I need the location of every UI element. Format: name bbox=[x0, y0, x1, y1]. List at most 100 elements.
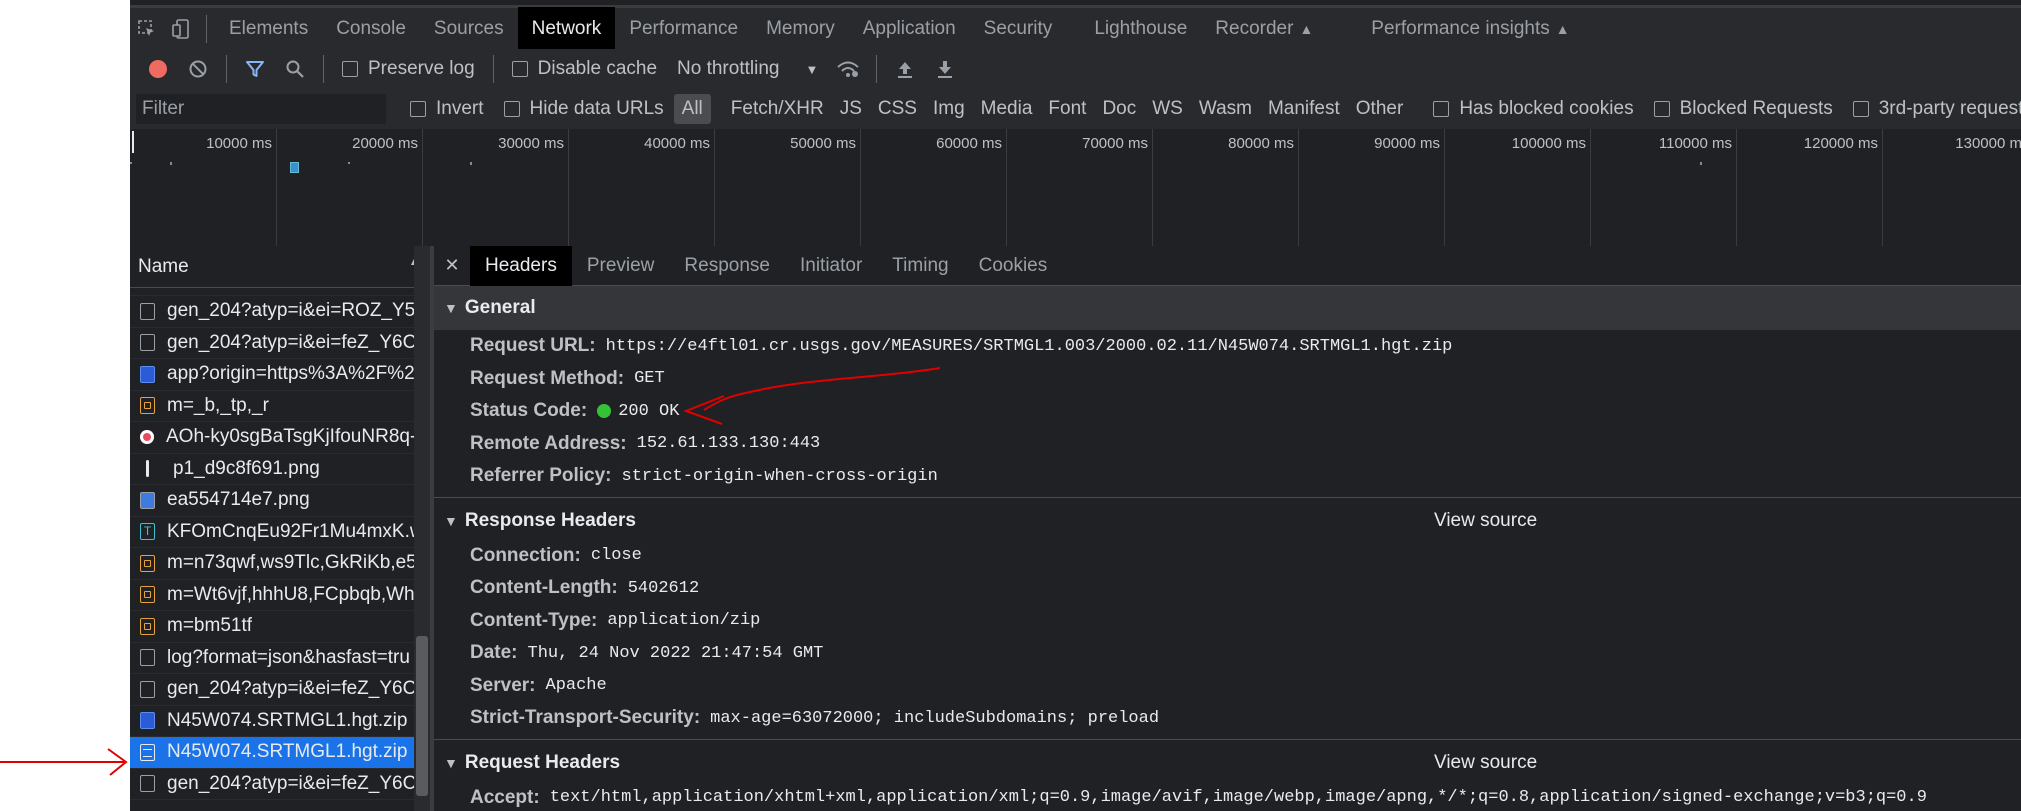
throttling-select[interactable]: No throttling ▼ bbox=[667, 58, 828, 80]
response-headers-section-header[interactable]: ▼ Response Headers View source bbox=[434, 501, 2021, 540]
checkbox-box[interactable] bbox=[1852, 101, 1869, 117]
request-row[interactable]: AOh-ky0sgBaTsgKjIfouNR8q-... bbox=[130, 422, 430, 454]
tab-lighthouse[interactable]: Lighthouse bbox=[1080, 7, 1201, 51]
name-column-header[interactable]: Name ▲ bbox=[130, 246, 430, 288]
timeline-tick-label: 110000 ms bbox=[1658, 135, 1732, 152]
checkbox-box[interactable] bbox=[1433, 101, 1450, 117]
request-name: AOh-ky0sgBaTsgKjIfouNR8q-... bbox=[166, 426, 430, 448]
filter-type-media[interactable]: Media bbox=[973, 94, 1041, 124]
request-row[interactable]: gen_204?atyp=i&ei=feZ_Y6Ce bbox=[130, 769, 430, 800]
blocked-requests-checkbox[interactable]: Blocked Requests bbox=[1644, 98, 1843, 120]
header-value: 5402612 bbox=[627, 578, 700, 598]
checkbox-box[interactable] bbox=[511, 61, 528, 77]
filter-type-font[interactable]: Font bbox=[1040, 94, 1094, 124]
invert-checkbox[interactable]: Invert bbox=[400, 98, 494, 120]
request-list-scrollbar[interactable] bbox=[414, 246, 430, 811]
request-row[interactable]: m=n73qwf,ws9Tlc,GkRiKb,e5c bbox=[130, 548, 430, 580]
close-icon[interactable]: ✕ bbox=[434, 255, 470, 276]
request-row[interactable]: gen_204?atyp=i&ei=feZ_Y6Ce bbox=[130, 674, 430, 706]
checkbox-box[interactable] bbox=[342, 61, 358, 77]
tab-response[interactable]: Response bbox=[669, 246, 785, 286]
request-headers-section-header[interactable]: ▼ Request Headers View source bbox=[434, 743, 2021, 782]
export-har-download-icon[interactable] bbox=[925, 49, 965, 89]
request-row[interactable]: m=Wt6vjf,hhhU8,FCpbqb,Wh... bbox=[130, 580, 430, 611]
preserve-log-checkbox[interactable]: Preserve log bbox=[332, 58, 485, 80]
hide-data-urls-checkbox[interactable]: Hide data URLs bbox=[494, 98, 674, 120]
header-row: Content-Length: 5402612 bbox=[434, 572, 2021, 605]
header-key: Server: bbox=[470, 674, 536, 696]
divider bbox=[434, 738, 2021, 740]
header-row: Status Code: 200 OK bbox=[434, 395, 2021, 428]
header-row: Remote Address: 152.61.133.130:443 bbox=[434, 428, 2021, 461]
checkbox-box[interactable] bbox=[410, 101, 426, 117]
filter-icon[interactable] bbox=[235, 49, 275, 89]
filter-type-js[interactable]: JS bbox=[832, 94, 870, 124]
request-row[interactable]: ea554714e7.png bbox=[130, 485, 430, 517]
general-section-header[interactable]: ▼ General bbox=[434, 286, 2021, 330]
request-row[interactable]: m=bm51tf bbox=[130, 611, 430, 643]
filter-type-css[interactable]: CSS bbox=[870, 94, 925, 124]
request-row[interactable]: T KFOmCnqEu92Fr1Mu4mxK.w... bbox=[130, 517, 430, 548]
tab-timing[interactable]: Timing bbox=[877, 246, 963, 286]
filter-type-wasm[interactable]: Wasm bbox=[1191, 94, 1260, 124]
tab-initiator[interactable]: Initiator bbox=[785, 246, 877, 286]
tab-application[interactable]: Application bbox=[849, 7, 970, 51]
view-source-link[interactable]: View source bbox=[1434, 752, 1537, 774]
filter-type-all[interactable]: All bbox=[673, 94, 711, 124]
tab-sources[interactable]: Sources bbox=[420, 7, 518, 51]
third-party-requests-checkbox[interactable]: 3rd-party requests bbox=[1843, 98, 2021, 120]
request-row[interactable]: log?format=json&hasfast=tru bbox=[130, 643, 430, 674]
tab-performance-insights[interactable]: Performance insights ▲ bbox=[1357, 7, 1583, 51]
inspect-element-icon[interactable] bbox=[130, 7, 164, 51]
network-overview-timeline[interactable]: 10000 ms 20000 ms 30000 ms 40000 ms 5000… bbox=[130, 129, 2021, 246]
filter-type-fetch-xhr[interactable]: Fetch/XHR bbox=[723, 94, 832, 124]
filter-type-other[interactable]: Other bbox=[1348, 94, 1412, 124]
tab-network[interactable]: Network bbox=[517, 6, 616, 51]
scrollbar-thumb[interactable] bbox=[416, 636, 428, 796]
filter-type-img[interactable]: Img bbox=[925, 94, 973, 124]
header-key: Strict-Transport-Security: bbox=[470, 707, 701, 729]
request-row[interactable]: p1_d9c8f691.png bbox=[130, 454, 430, 485]
request-row-selected[interactable]: N45W074.SRTMGL1.hgt.zip bbox=[130, 737, 430, 769]
has-blocked-cookies-checkbox[interactable]: Has blocked cookies bbox=[1423, 98, 1643, 120]
tab-headers[interactable]: Headers bbox=[470, 245, 572, 286]
tab-preview[interactable]: Preview bbox=[572, 246, 670, 286]
request-list: Name ▲ gen_204?atyp=i&ei=ROZ_Y5... gen_2… bbox=[130, 246, 430, 811]
filter-type-ws[interactable]: WS bbox=[1144, 94, 1191, 124]
request-row[interactable]: gen_204?atyp=i&ei=feZ_Y6Ce bbox=[130, 328, 430, 359]
tab-security[interactable]: Security bbox=[970, 7, 1067, 51]
import-har-upload-icon[interactable] bbox=[885, 49, 925, 89]
request-row[interactable]: app?origin=https%3A%2F%2I bbox=[130, 359, 430, 391]
referrer-policy-value: strict-origin-when-cross-origin bbox=[621, 466, 938, 486]
tab-cookies[interactable]: Cookies bbox=[964, 246, 1063, 286]
clear-icon[interactable] bbox=[178, 49, 218, 89]
device-toolbar-icon[interactable] bbox=[164, 7, 198, 51]
request-row[interactable]: m=_b,_tp,_r bbox=[130, 391, 430, 422]
tab-console[interactable]: Console bbox=[322, 7, 420, 51]
view-source-link[interactable]: View source bbox=[1434, 510, 1537, 532]
disable-cache-checkbox[interactable]: Disable cache bbox=[502, 58, 667, 80]
grid-line bbox=[1444, 129, 1445, 246]
filter-type-manifest[interactable]: Manifest bbox=[1260, 94, 1348, 124]
timeline-request-mark bbox=[290, 162, 299, 173]
script-icon bbox=[140, 586, 155, 604]
network-conditions-wifi-icon[interactable] bbox=[828, 49, 868, 89]
dropdown-caret-icon: ▼ bbox=[805, 61, 819, 77]
filter-input[interactable] bbox=[136, 94, 386, 124]
annotation-arrow-status bbox=[683, 367, 941, 425]
request-row[interactable]: N45W074.SRTMGL1.hgt.zip bbox=[130, 706, 430, 737]
checkbox-box[interactable] bbox=[1653, 101, 1670, 117]
record-icon[interactable] bbox=[138, 49, 178, 89]
checkbox-box[interactable] bbox=[503, 101, 520, 117]
header-key: Content-Length: bbox=[470, 577, 618, 599]
tab-performance[interactable]: Performance bbox=[615, 7, 752, 51]
divider bbox=[323, 55, 324, 83]
expand-triangle-icon: ▼ bbox=[444, 754, 458, 771]
header-row: Request Method: GET bbox=[434, 363, 2021, 396]
filter-type-doc[interactable]: Doc bbox=[1094, 94, 1144, 124]
request-row[interactable]: gen_204?atyp=i&ei=ROZ_Y5... bbox=[130, 296, 430, 328]
tab-recorder[interactable]: Recorder ▲ bbox=[1201, 7, 1327, 51]
search-icon[interactable] bbox=[275, 49, 315, 89]
tab-memory[interactable]: Memory bbox=[752, 7, 849, 51]
tab-elements[interactable]: Elements bbox=[215, 7, 322, 51]
